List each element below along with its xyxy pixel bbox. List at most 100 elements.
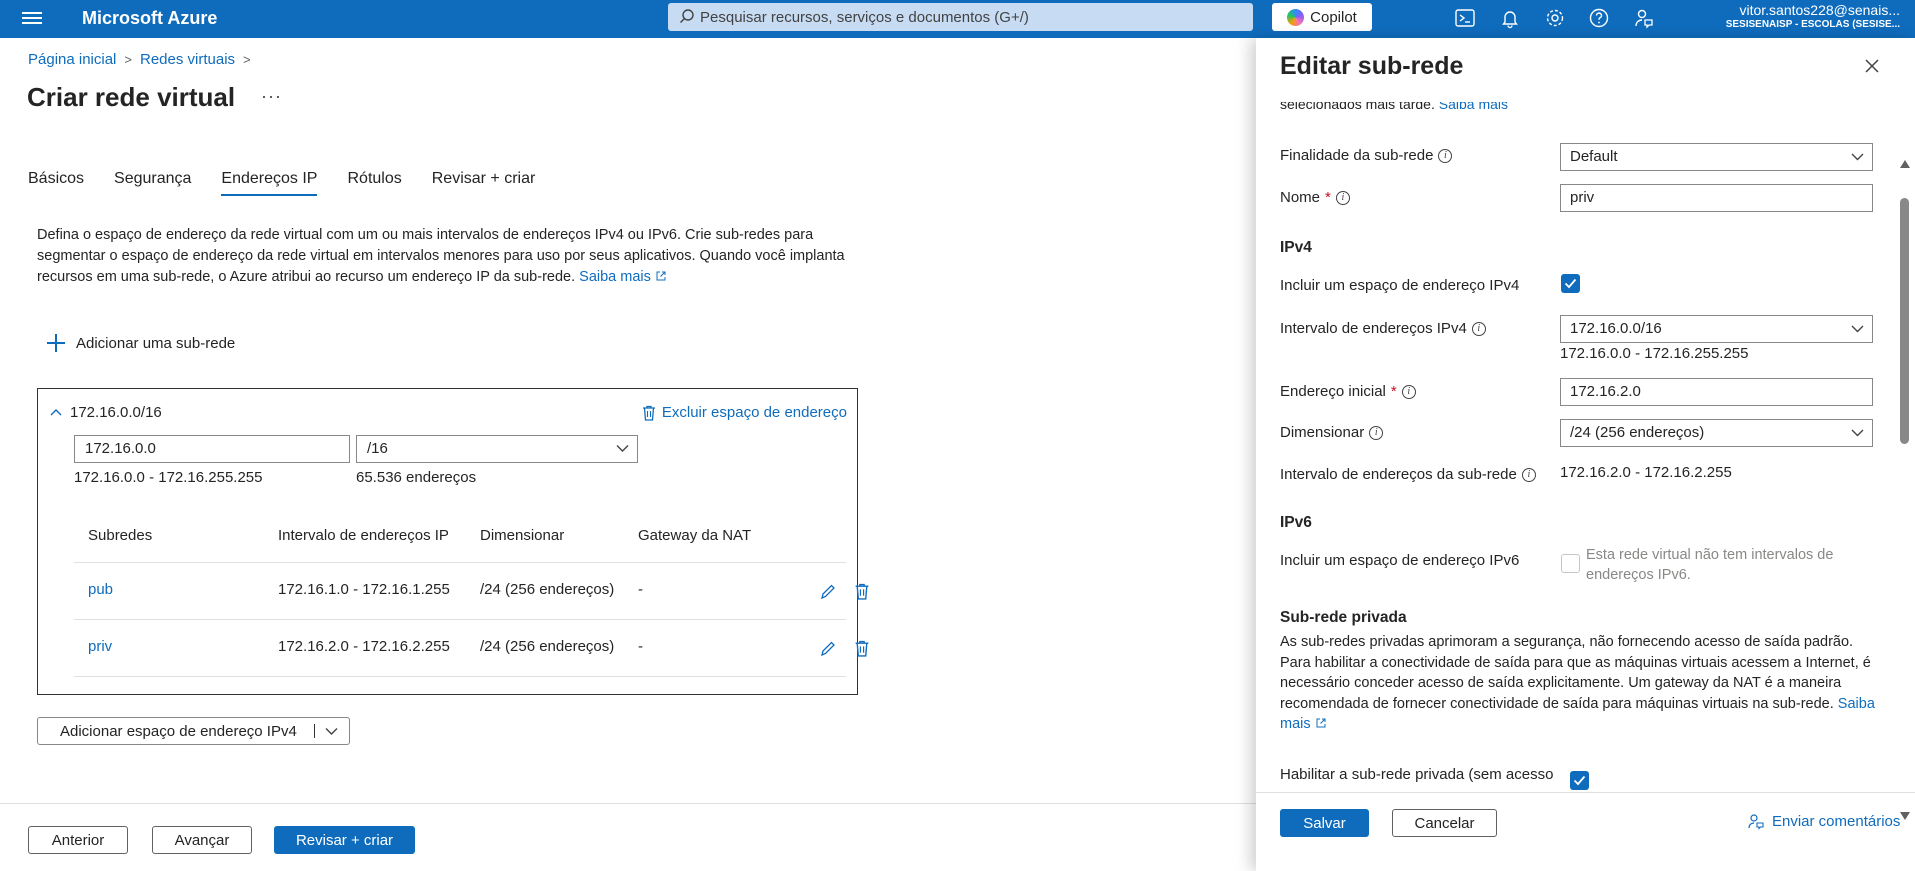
brand-title[interactable]: Microsoft Azure <box>82 8 217 29</box>
scroll-thumb[interactable] <box>1900 198 1909 444</box>
address-space-ip-input[interactable]: 172.16.0.0 <box>74 435 350 463</box>
include-ipv6-checkbox[interactable] <box>1561 554 1580 573</box>
address-space-range: 172.16.0.0 - 172.16.255.255 <box>74 469 263 486</box>
name-label: Nome * i <box>1280 189 1350 206</box>
checkmark-icon <box>1564 278 1577 289</box>
address-space-title: 172.16.0.0/16 <box>70 404 162 421</box>
bell-icon[interactable] <box>1499 7 1521 29</box>
start-address-input[interactable]: 172.16.2.0 <box>1560 378 1873 406</box>
external-link-icon <box>656 271 666 281</box>
cloud-shell-icon[interactable] <box>1454 7 1476 29</box>
panel-scrollbar[interactable] <box>1896 102 1915 830</box>
global-search[interactable] <box>668 3 1253 31</box>
info-icon[interactable]: i <box>1521 467 1536 482</box>
tab-review-create[interactable]: Revisar + criar <box>432 170 536 196</box>
close-icon[interactable] <box>1864 58 1880 74</box>
scroll-down-arrow[interactable] <box>1900 812 1910 820</box>
save-button[interactable]: Salvar <box>1280 809 1369 837</box>
feedback-icon <box>1748 814 1764 830</box>
review-create-button[interactable]: Revisar + criar <box>274 826 415 854</box>
subnet-range: 172.16.2.0 - 172.16.2.255 <box>278 638 450 655</box>
add-subnet-label: Adicionar uma sub-rede <box>76 334 236 352</box>
purpose-dropdown[interactable]: Default <box>1560 143 1873 171</box>
cutoff-learn-more-link[interactable]: Saiba mais <box>1439 102 1508 112</box>
delete-address-space-button[interactable]: Excluir espaço de endereço <box>642 404 847 421</box>
scroll-up-arrow[interactable] <box>1900 160 1910 168</box>
add-subnet-button[interactable]: Adicionar uma sub-rede <box>46 333 235 353</box>
search-input[interactable] <box>700 5 1240 29</box>
info-icon[interactable]: i <box>1335 190 1350 205</box>
subnet-size: /24 (256 endereços) <box>480 638 615 655</box>
ip-description-text: Defina o espaço de endereço da rede virt… <box>37 227 845 285</box>
edit-subnet-panel: Editar sub-rede selecionados mais tarde.… <box>1256 38 1915 871</box>
size-dropdown[interactable]: /24 (256 endereços) <box>1560 419 1873 447</box>
breadcrumb-home[interactable]: Página inicial <box>28 51 116 68</box>
checkmark-icon <box>1573 775 1586 786</box>
tab-ip-addresses[interactable]: Endereços IP <box>221 170 318 196</box>
breadcrumb-separator: > <box>124 52 132 67</box>
tab-tags[interactable]: Rótulos <box>347 170 401 196</box>
address-space-header[interactable]: 172.16.0.0/16 <box>50 404 162 421</box>
subnet-link-priv[interactable]: priv <box>88 638 112 655</box>
subnet-link-pub[interactable]: pub <box>88 581 113 598</box>
send-feedback-link[interactable]: Enviar comentários <box>1748 813 1900 830</box>
panel-footer-divider <box>1256 792 1915 793</box>
prefix-value: /16 <box>367 440 388 457</box>
name-input[interactable]: priv <box>1560 184 1873 212</box>
ipv4-range-dropdown[interactable]: 172.16.0.0/16 <box>1560 315 1873 343</box>
next-button[interactable]: Avançar <box>152 826 252 854</box>
ip-description: Defina o espaço de endereço da rede virt… <box>37 225 857 288</box>
previous-button[interactable]: Anterior <box>28 826 128 854</box>
subnet-size: /24 (256 endereços) <box>480 581 615 598</box>
feedback-icon[interactable] <box>1633 7 1655 29</box>
include-ipv4-checkbox[interactable] <box>1561 274 1580 293</box>
top-bar: Microsoft Azure Copilot vitor.santos228@… <box>0 0 1915 38</box>
breadcrumb-vnets[interactable]: Redes virtuais <box>140 51 235 68</box>
subnet-range-label: Intervalo de endereços da sub-rede i <box>1280 466 1536 483</box>
plus-icon <box>46 333 66 353</box>
trash-icon[interactable] <box>854 640 870 657</box>
enable-private-label: Habilitar a sub-rede privada (sem acesso <box>1280 766 1554 783</box>
start-address-label: Endereço inicial * i <box>1280 383 1416 400</box>
ipv4-range-label: Intervalo de endereços IPv4 i <box>1280 320 1486 337</box>
trash-icon[interactable] <box>854 583 870 600</box>
gear-icon[interactable] <box>1544 7 1566 29</box>
tab-basics[interactable]: Básicos <box>28 170 84 196</box>
purpose-label: Finalidade da sub-rede i <box>1280 147 1453 164</box>
learn-more-link[interactable]: Saiba mais <box>579 269 667 285</box>
include-ipv4-label: Incluir um espaço de endereço IPv4 <box>1280 277 1520 294</box>
info-icon[interactable]: i <box>1471 321 1486 336</box>
account-tenant: SESISENAISP - ESCOLAS (SESISE... <box>1725 19 1900 30</box>
tab-security[interactable]: Segurança <box>114 170 191 196</box>
add-ipv4-space-button[interactable]: Adicionar espaço de endereço IPv4 <box>37 717 350 745</box>
size-label: Dimensionar i <box>1280 424 1384 441</box>
wizard-tabs: Básicos Segurança Endereços IP Rótulos R… <box>28 170 565 196</box>
ipv4-range-value: 172.16.0.0/16 <box>1570 320 1662 337</box>
panel-title: Editar sub-rede <box>1280 52 1464 80</box>
edit-icon[interactable] <box>820 640 836 657</box>
more-options-icon[interactable]: ··· <box>261 86 282 107</box>
account-menu[interactable]: vitor.santos228@senais... SESISENAISP - … <box>1690 2 1900 30</box>
info-icon[interactable]: i <box>1369 425 1384 440</box>
size-value: /24 (256 endereços) <box>1570 424 1705 441</box>
copilot-button[interactable]: Copilot <box>1272 3 1372 31</box>
edit-icon[interactable] <box>820 583 836 600</box>
info-icon[interactable]: i <box>1401 384 1416 399</box>
split-divider <box>314 724 315 738</box>
info-icon[interactable]: i <box>1438 148 1453 163</box>
include-ipv6-label: Incluir um espaço de endereço IPv6 <box>1280 552 1520 569</box>
column-header: Gateway da NAT <box>638 527 752 544</box>
hamburger-icon[interactable] <box>22 9 42 29</box>
address-space-prefix-dropdown[interactable]: /16 <box>356 435 638 463</box>
help-icon[interactable] <box>1588 7 1610 29</box>
chevron-down-icon[interactable] <box>325 727 338 736</box>
enable-private-checkbox[interactable] <box>1570 771 1589 790</box>
private-subnet-description: As sub-redes privadas aprimoram a segura… <box>1280 634 1875 732</box>
address-space-card: 172.16.0.0/16 Excluir espaço de endereço… <box>37 388 869 695</box>
breadcrumb-separator: > <box>243 52 251 67</box>
cancel-button[interactable]: Cancelar <box>1392 809 1497 837</box>
breadcrumb: Página inicial > Redes virtuais > <box>28 51 251 68</box>
subnet-range-value: 172.16.2.0 - 172.16.2.255 <box>1560 464 1732 481</box>
panel-scroll-area[interactable]: selecionados mais tarde. Saiba mais Fina… <box>1256 102 1896 830</box>
column-header: Dimensionar <box>480 527 565 544</box>
